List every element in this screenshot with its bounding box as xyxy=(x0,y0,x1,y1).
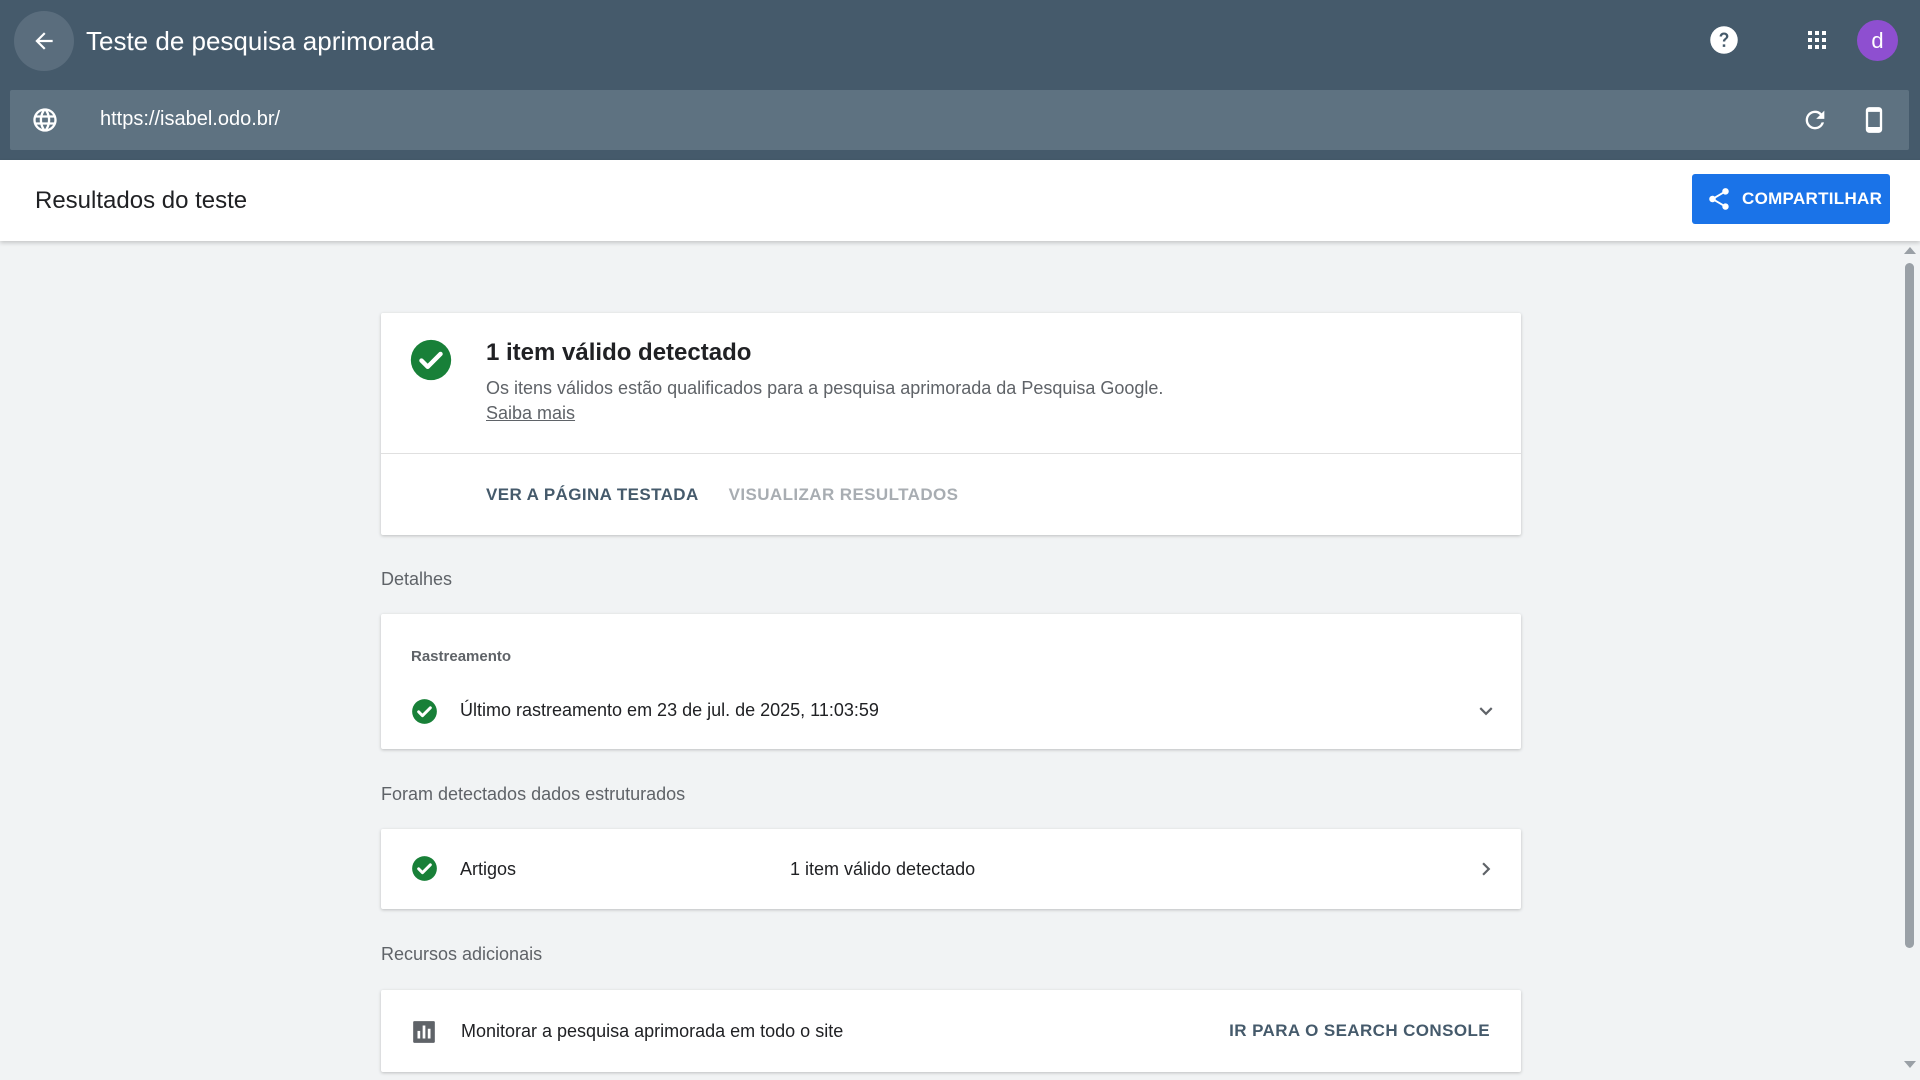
scroll-down-icon[interactable] xyxy=(1904,1061,1916,1068)
resources-section-label: Recursos adicionais xyxy=(381,944,543,964)
view-tested-page-button[interactable]: VER A PÁGINA TESTADA xyxy=(486,485,699,505)
summary-description: Os itens válidos estão qualificados para… xyxy=(486,378,1164,398)
structured-section-label: Foram detectados dados estruturados xyxy=(381,784,686,804)
help-icon xyxy=(1710,26,1738,54)
results-title: Resultados do teste xyxy=(35,187,248,214)
scroll-up-icon[interactable] xyxy=(1904,247,1916,254)
summary-title: 1 item válido detectado xyxy=(486,339,752,366)
structured-item-name: Artigos xyxy=(460,859,517,879)
share-icon xyxy=(1709,188,1729,210)
summary-actions: VER A PÁGINA TESTADA VISUALIZAR RESULTAD… xyxy=(486,485,958,505)
globe-icon-wrap xyxy=(25,100,65,140)
app-top-bar: Teste de pesquisa aprimorada d xyxy=(0,0,1920,82)
check-circle-icon xyxy=(410,339,452,381)
chevron-right-icon xyxy=(1482,862,1491,876)
device-button[interactable] xyxy=(1854,100,1894,140)
structured-item-status: 1 item válido detectado xyxy=(790,859,976,879)
refresh-button[interactable] xyxy=(1795,100,1835,140)
resource-card: Monitorar a pesquisa aprimorada em todo … xyxy=(381,990,1521,1072)
bar-chart-icon xyxy=(413,1021,435,1043)
apps-grid-icon xyxy=(1808,31,1826,49)
smartphone-icon xyxy=(1865,107,1883,133)
open-item-button[interactable] xyxy=(1471,854,1501,884)
scrollbar[interactable] xyxy=(1900,243,1920,1080)
back-button[interactable] xyxy=(14,11,74,71)
url-bar: https://isabel.odo.br/ xyxy=(10,90,1909,150)
avatar[interactable]: d xyxy=(1857,20,1898,61)
check-circle-icon xyxy=(412,856,437,881)
arrow-back-icon xyxy=(35,32,53,50)
crawl-card[interactable]: Rastreamento Último rastreamento em 23 d… xyxy=(381,614,1521,749)
results-bar: Resultados do teste COMPARTILHAR xyxy=(0,160,1920,241)
app-title: Teste de pesquisa aprimorada xyxy=(86,26,435,56)
summary-header: 1 item válido detectado Os itens válidos… xyxy=(381,313,1521,454)
expand-button[interactable] xyxy=(1471,696,1501,726)
preview-results-button[interactable]: VISUALIZAR RESULTADOS xyxy=(729,485,959,505)
last-crawl-text: Último rastreamento em 23 de jul. de 202… xyxy=(460,700,879,720)
globe-icon xyxy=(33,108,57,132)
url-text[interactable]: https://isabel.odo.br/ xyxy=(100,108,280,131)
refresh-icon xyxy=(1805,110,1825,130)
apps-button[interactable] xyxy=(1797,20,1837,60)
help-button[interactable] xyxy=(1704,20,1744,60)
details-section-label: Detalhes xyxy=(381,569,453,589)
share-button[interactable]: COMPARTILHAR xyxy=(1692,174,1890,224)
structured-item-row[interactable]: Artigos 1 item válido detectado xyxy=(381,829,1521,909)
app-header: Teste de pesquisa aprimorada d https://i… xyxy=(0,0,1920,160)
monitor-text: Monitorar a pesquisa aprimorada em todo … xyxy=(461,1021,844,1041)
crawl-label: Rastreamento xyxy=(411,648,512,665)
summary-card: 1 item válido detectado Os itens válidos… xyxy=(381,313,1521,535)
check-circle-icon xyxy=(412,699,437,724)
learn-more-link[interactable]: Saiba mais xyxy=(486,403,575,424)
scroll-thumb[interactable] xyxy=(1905,263,1914,948)
share-label: COMPARTILHAR xyxy=(1742,189,1883,208)
chevron-down-icon xyxy=(1479,707,1493,716)
search-console-link[interactable]: IR PARA O SEARCH CONSOLE xyxy=(1229,1021,1490,1041)
